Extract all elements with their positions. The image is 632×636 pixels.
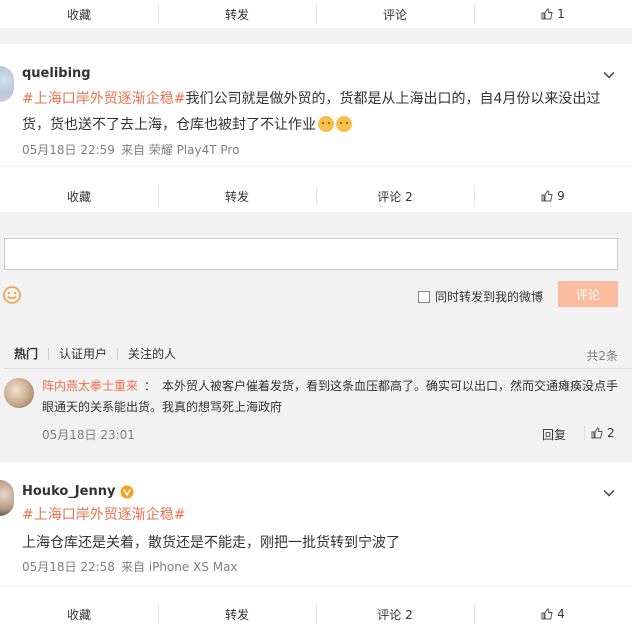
like-count: 4: [557, 607, 565, 621]
like-count: 1: [557, 7, 565, 21]
post-card: quelibing #上海口岸外贸逐渐企稳#我们公司就是做外贸的，货都是从上海出…: [0, 44, 632, 212]
chevron-down-icon[interactable]: [602, 68, 616, 82]
reply-button[interactable]: 回复: [542, 426, 566, 443]
comment-composer: 同时转发到我的微博 评论: [0, 222, 632, 322]
comment-button[interactable]: 评论 2: [316, 182, 474, 210]
tab-verified[interactable]: 认证用户: [48, 348, 117, 360]
thumbs-up-icon: [591, 427, 603, 439]
username-text[interactable]: Houko_Jenny: [22, 484, 115, 499]
post-body: 上海仓库还是关着，散货还是不能走，刚把一批货转到宁波了: [22, 535, 400, 551]
comment-user[interactable]: 阵内燕太拳士重来: [42, 379, 138, 393]
collect-button[interactable]: 收藏: [0, 600, 158, 628]
repost-button[interactable]: 转发: [158, 182, 316, 210]
also-repost-label: 同时转发到我的微博: [435, 290, 544, 304]
divider: [4, 368, 632, 369]
collect-button[interactable]: 收藏: [0, 0, 158, 28]
also-repost-option[interactable]: 同时转发到我的微博: [418, 288, 543, 305]
comment-button[interactable]: 评论: [316, 0, 474, 28]
post-text: #上海口岸外贸逐渐企稳# 上海仓库还是关着，散货还是不能走，刚把一批货转到宁波了: [22, 502, 608, 556]
post-meta: 05月18日 22:58 来自 iPhone XS Max: [22, 558, 238, 575]
repost-button[interactable]: 转发: [158, 0, 316, 28]
source: 来自 荣耀 Play4T Pro: [120, 143, 240, 157]
thumbs-up-icon: [541, 8, 553, 20]
comment-text: 阵内燕太拳士重来：本外贸人被客户催着发货，看到这条血压都高了。确实可以出口，然而…: [42, 376, 622, 418]
comment-item: 阵内燕太拳士重来：本外贸人被客户催着发货，看到这条血压都高了。确实可以出口，然而…: [4, 376, 632, 446]
like-button[interactable]: 4: [474, 600, 632, 628]
tab-following[interactable]: 关注的人: [117, 348, 186, 360]
post-text: #上海口岸外贸逐渐企稳#我们公司就是做外贸的，货都是从上海出口的，自4月份以来没…: [22, 86, 608, 138]
post-card: Houko_Jenny #上海口岸外贸逐渐企稳# 上海仓库还是关着，散货还是不能…: [0, 462, 632, 636]
timestamp[interactable]: 05月18日 22:58: [22, 560, 115, 574]
comment-sep: ：: [144, 379, 157, 393]
like-button[interactable]: 9: [474, 182, 632, 210]
avatar[interactable]: [4, 378, 34, 408]
username[interactable]: quelibing: [22, 66, 91, 81]
repost-button[interactable]: 转发: [158, 600, 316, 628]
submit-comment-button[interactable]: 评论: [558, 281, 618, 307]
action-row: 收藏 转发 评论 1: [0, 0, 632, 28]
username[interactable]: Houko_Jenny: [22, 484, 134, 499]
comment-like-count: 2: [607, 426, 615, 440]
hashtag-link[interactable]: #上海口岸外贸逐渐企稳#: [22, 502, 608, 528]
comment-count: 共2条: [586, 349, 618, 363]
emoji-picker-icon[interactable]: [3, 286, 21, 304]
verified-badge-icon: [120, 485, 134, 498]
like-button[interactable]: 1: [474, 0, 632, 28]
emoji-icon: [336, 116, 352, 132]
avatar[interactable]: [0, 66, 14, 102]
comment-button[interactable]: 评论 2: [316, 600, 474, 628]
action-row: 收藏 转发 评论 2 4: [0, 600, 632, 628]
comment-input[interactable]: [4, 238, 618, 270]
emoji-icon: [318, 116, 334, 132]
hashtag-link[interactable]: #上海口岸外贸逐渐企稳#: [22, 91, 185, 107]
post-meta: 05月18日 22:59 来自 荣耀 Play4T Pro: [22, 141, 239, 158]
comment-filter-tabs: 热门 认证用户 关注的人: [14, 348, 186, 360]
comment-like-button[interactable]: 2: [584, 426, 615, 440]
tab-hot[interactable]: 热门: [14, 348, 48, 360]
thumbs-up-icon: [541, 608, 553, 620]
avatar[interactable]: [0, 480, 14, 516]
comment-time: 05月18日 23:01: [42, 428, 135, 442]
checkbox[interactable]: [418, 290, 430, 303]
timestamp[interactable]: 05月18日 22:59: [22, 143, 115, 157]
top-action-bar: 收藏 转发 评论 1: [0, 0, 632, 28]
collect-button[interactable]: 收藏: [0, 182, 158, 210]
chevron-down-icon[interactable]: [602, 486, 616, 500]
action-row: 收藏 转发 评论 2 9: [0, 182, 632, 210]
thumbs-up-icon: [541, 190, 553, 202]
source: 来自 iPhone XS Max: [120, 560, 238, 574]
like-count: 9: [557, 189, 565, 203]
